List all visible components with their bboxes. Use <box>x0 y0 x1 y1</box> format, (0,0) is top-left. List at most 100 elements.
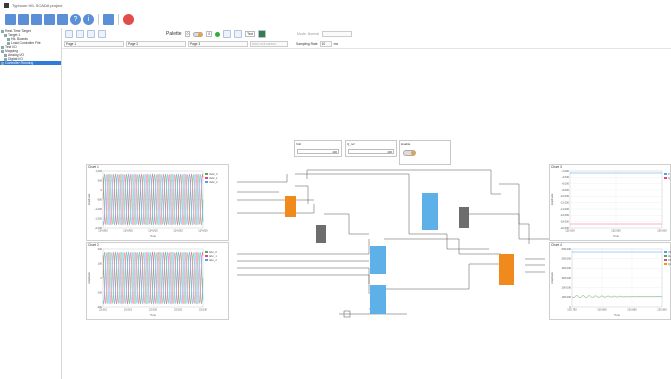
tree-node-icon <box>1 29 4 33</box>
tab-page-3[interactable]: Page 3 <box>188 41 248 47</box>
enable-label: Enable <box>401 142 411 146</box>
paste-icon[interactable] <box>98 30 106 38</box>
y-tick-label: 0 <box>101 188 103 192</box>
copy-icon[interactable] <box>87 30 95 38</box>
x-tick-label: 124.800 <box>98 229 108 233</box>
palette-field-2[interactable]: 0 <box>206 31 213 37</box>
y-axis-label: Amplitude <box>87 272 91 284</box>
redo-icon[interactable] <box>76 30 84 38</box>
y-tick-label: -18,000 <box>560 220 569 224</box>
legend-label: Q <box>668 176 670 180</box>
legend-label: Vabc_1 <box>209 176 218 180</box>
undo-icon[interactable] <box>65 30 73 38</box>
y-tick-label: -1,000 <box>95 207 103 211</box>
qref-label: Q_ref <box>347 142 355 146</box>
legend-label: Iabc_2 <box>209 258 217 262</box>
y-axis-label: Amplitude <box>550 272 554 284</box>
legend-swatch <box>205 181 208 183</box>
project-tree: Real-Time Target Target 1 HIL Boards Load C… <box>0 28 62 379</box>
tree-node-icon <box>1 61 4 65</box>
tab-page-1[interactable]: Page 1 <box>64 41 124 47</box>
x-tick-label: 124.805 <box>123 229 133 233</box>
save-icon[interactable] <box>31 14 42 25</box>
x-tick-label: 22.030 <box>199 308 207 312</box>
trend-icon[interactable] <box>234 30 243 38</box>
sampling-input[interactable]: 10 <box>319 41 332 47</box>
mode-label: Mode: Normal <box>297 32 319 36</box>
blue-block-3 <box>370 285 386 314</box>
gauge-icon[interactable] <box>223 30 232 38</box>
chart-4-plot[interactable]: 600,000 500,000 400,000 300,000 200,000 100,0… <box>550 243 671 321</box>
legend-swatch <box>664 177 667 179</box>
y-tick-label: -14,000 <box>560 207 569 211</box>
y-tick-label: 200,000 <box>562 286 572 290</box>
toolbar-separator <box>98 14 99 25</box>
tab-page-2[interactable]: Page 2 <box>126 41 186 47</box>
stop-simulation-icon[interactable] <box>123 14 134 25</box>
legend-label: Iabc_0 <box>209 250 217 254</box>
legend-swatch <box>664 173 667 175</box>
x-axis-label: Time <box>150 234 156 238</box>
sampling-unit: ms <box>333 42 339 46</box>
palette-toggle[interactable] <box>193 31 204 37</box>
main-area: Palette 0 0 Text Mode: Normal Page 1 Pag… <box>62 28 671 379</box>
x-tick-label: 130.000 <box>657 229 667 233</box>
x-axis-label: Time <box>613 234 619 238</box>
y-tick-label: -12,000 <box>560 201 569 205</box>
blue-block-1 <box>422 193 438 230</box>
x-tick-label: 120.900 <box>657 308 667 312</box>
y-tick-label: -500 <box>97 197 103 201</box>
schematic-diagram[interactable] <box>229 164 549 320</box>
blue-block-2 <box>370 246 386 274</box>
legend-swatch <box>664 255 667 257</box>
vdc-label: Vdc <box>296 142 302 146</box>
export-icon[interactable] <box>57 14 68 25</box>
tree-item[interactable]: Controller Running <box>0 61 61 65</box>
add-lock-button[interactable]: Add Lock screen <box>250 41 288 47</box>
title-bar: Typhoon HIL SCADA project <box>0 0 671 11</box>
scada-canvas[interactable]: Vdc 400 Q_ref 400 Enable Chart 1 1,000 50… <box>62 48 671 379</box>
legend-swatch <box>664 263 667 265</box>
save-all-icon[interactable] <box>44 14 55 25</box>
palette-field-1[interactable]: 0 <box>184 31 191 37</box>
y-tick-label: -4,000 <box>562 175 570 179</box>
legend-swatch <box>205 259 208 261</box>
x-axis-label: Time <box>150 313 156 317</box>
tree-node-icon <box>4 53 7 57</box>
x-tick-label: 125.000 <box>611 229 621 233</box>
legend-swatch <box>205 173 208 175</box>
qref-input[interactable]: 400 <box>348 149 394 154</box>
y-tick-label: 500 <box>98 178 103 182</box>
chart-1-plot[interactable]: 1,0005000-500-1,000-1,500-2,000124.800 12… <box>87 165 230 242</box>
text-button[interactable]: Text <box>245 31 255 37</box>
y-tick-label: 0 <box>101 276 103 280</box>
info-icon[interactable]: i <box>83 14 94 25</box>
vdc-input[interactable]: 400 <box>297 149 339 154</box>
enable-toggle[interactable] <box>403 150 416 156</box>
chart-3-plot[interactable]: -2,000 -4,000 -6,000 -8,000 -10,000 -12,000 -1… <box>550 165 671 242</box>
image-icon[interactable] <box>258 30 266 38</box>
connect-icon[interactable] <box>103 14 114 25</box>
chart-2-plot[interactable]: 2001000-100-20022.010 22.015 22.020 22.025 2… <box>87 243 230 321</box>
legend-label: Vabc_0 <box>209 172 218 176</box>
y-tick-label: 400,000 <box>562 266 572 270</box>
help-icon[interactable]: ? <box>70 14 81 25</box>
led-icon[interactable] <box>215 31 221 37</box>
x-tick-label: 22.015 <box>124 308 132 312</box>
ribbon: Palette 0 0 Text Mode: Normal <box>62 28 671 40</box>
x-tick-label: 124.815 <box>173 229 183 233</box>
new-file-icon[interactable] <box>5 14 16 25</box>
x-axis-label: Time <box>614 313 620 317</box>
y-axis-label: Amplitude <box>87 193 91 205</box>
chart-1-panel: Chart 1 1,000 500 0 -500 -1,000 -1,500 -2,000 1… <box>86 164 229 241</box>
y-tick-label: 600,000 <box>562 247 572 251</box>
gray-block-2 <box>459 207 469 228</box>
legend-swatch <box>664 251 667 253</box>
mode-select[interactable] <box>321 31 352 37</box>
tree-node-icon <box>7 37 10 41</box>
y-tick-label: 500,000 <box>562 257 572 261</box>
sampling-label: Sampling Rate <box>296 42 318 46</box>
open-file-icon[interactable] <box>18 14 29 25</box>
x-tick-label: 120.750 <box>567 308 577 312</box>
tree-node-icon <box>1 45 4 49</box>
